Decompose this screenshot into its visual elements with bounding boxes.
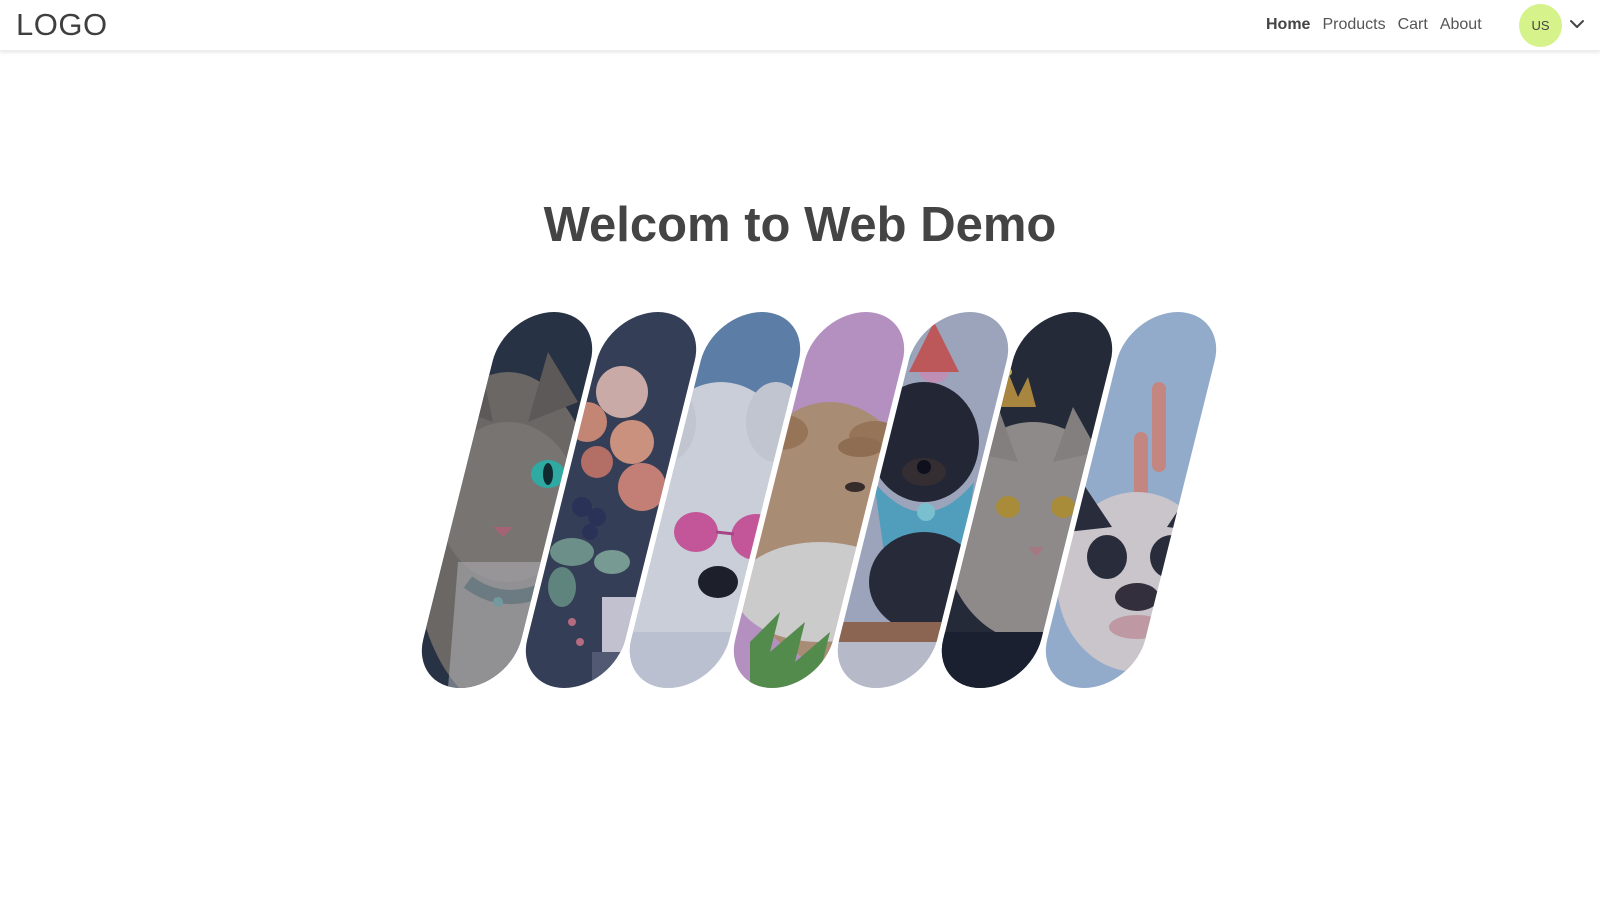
logo[interactable]: LOGO [16, 7, 108, 43]
nav-products-link[interactable]: Products [1322, 14, 1385, 36]
avatar-initials: US [1531, 18, 1550, 33]
image-gallery [0, 0, 1600, 900]
top-navbar: LOGO Home Products Cart About US [0, 0, 1600, 51]
user-avatar[interactable]: US [1519, 4, 1562, 47]
chevron-down-icon[interactable] [1569, 16, 1585, 32]
nav-cart-link[interactable]: Cart [1398, 14, 1428, 36]
nav-about-link[interactable]: About [1440, 14, 1482, 36]
main-nav: Home Products Cart About [1266, 14, 1494, 36]
nav-home-link[interactable]: Home [1266, 14, 1310, 36]
hero-title: Welcom to Web Demo [543, 198, 1057, 252]
